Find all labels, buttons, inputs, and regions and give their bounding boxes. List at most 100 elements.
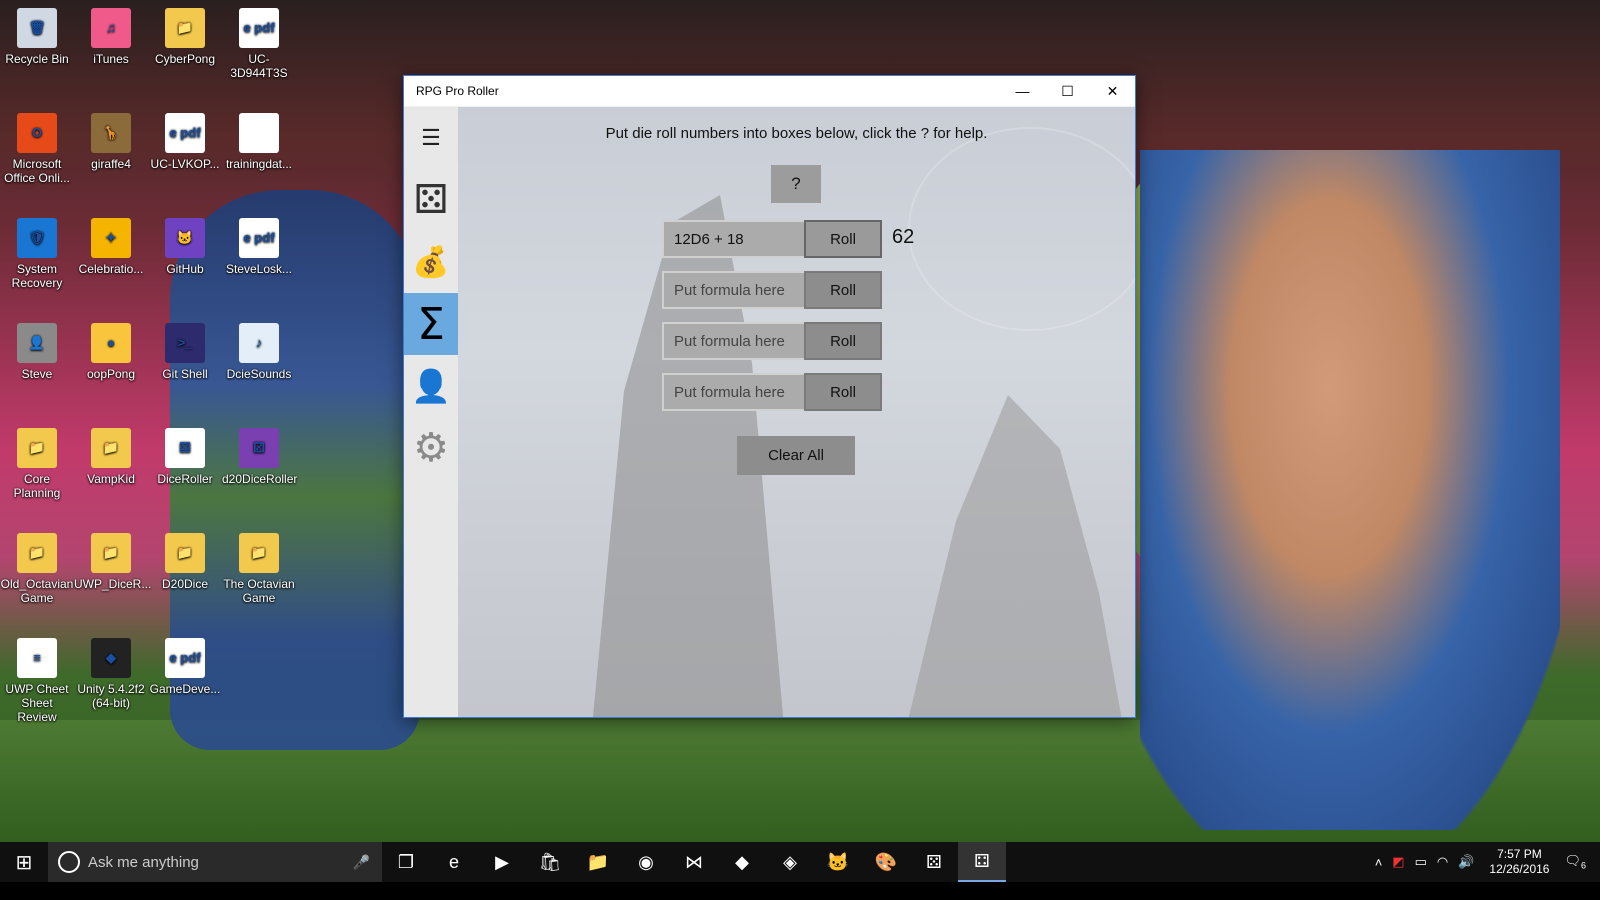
desktop-icon[interactable]: e pdf SteveLosk... [222,210,296,276]
formula-input[interactable] [662,271,806,309]
taskbar-app[interactable]: ⋈ [670,842,718,882]
roll-button[interactable]: Roll [804,322,882,360]
nav-item-menu[interactable]: ☰ [404,107,458,169]
taskbar-app[interactable]: 🛍 [526,842,574,882]
nav-item-dice[interactable]: ⚄ [404,169,458,231]
title-bar[interactable]: RPG Pro Roller — ☐ ✕ [404,76,1135,106]
desktop-icon-image: O [17,113,57,153]
edge-icon: e [448,851,459,872]
roll-button[interactable]: Roll [804,271,882,309]
start-button[interactable]: ⊞ [0,842,48,882]
minimize-button[interactable]: — [1000,76,1045,106]
volume-icon[interactable]: 🔊 [1453,854,1479,870]
desktop-icon[interactable]: >_ Git Shell [148,315,222,381]
taskbar-app[interactable]: 📁 [574,842,622,882]
taskbar-app[interactable]: ❐ [382,842,430,882]
desktop-icon[interactable]: trainingdat... [222,105,296,171]
taskbar-bottom-strip [0,882,1600,900]
taskbar-app[interactable]: e [430,842,478,882]
window-title: RPG Pro Roller [416,84,499,98]
desktop-icon[interactable]: 📁 D20Dice [148,525,222,591]
wifi-icon[interactable]: ◠ [1432,854,1453,870]
desktop-icon-label: iTunes [93,52,129,66]
desktop-icon-image: 📁 [165,8,205,48]
desktop-icon[interactable]: 📁 UWP_DiceR... [74,525,152,591]
desktop-icon[interactable]: ♫ iTunes [74,0,148,66]
desktop-icon-image: 📁 [91,533,131,573]
desktop-icon[interactable]: 📁 Core Planning [0,420,74,500]
desktop-icon[interactable]: ✦ Celebratio... [74,210,148,276]
desktop-icon[interactable]: O Microsoft Office Onli... [0,105,74,185]
taskbar-app[interactable]: 🎨 [862,842,910,882]
taskbar-app[interactable]: ⚄ [910,842,958,882]
clear-all-button[interactable]: Clear All [737,436,855,475]
chevron-up-icon[interactable]: ˄ [1370,855,1388,870]
instructions-text: Put die roll numbers into boxes below, c… [605,125,988,142]
desktop-icon-image: ♫ [91,8,131,48]
sigma-icon: Σ [417,298,445,350]
desktop-icon[interactable]: 📁 VampKid [74,420,148,486]
roll-result: 62 [892,226,915,248]
taskbar-app[interactable]: ⚃ [958,842,1006,882]
desktop-icon-label: VampKid [87,472,135,486]
desktop-icon-label: UWP_DiceR... [74,577,152,591]
taskbar-app[interactable]: 🐱 [814,842,862,882]
cortana-search-box[interactable]: Ask me anything 🎤 [48,842,382,882]
acrobat-tray-icon[interactable]: ◩ [1387,854,1409,870]
desktop-icon-label: Old_Octavian Game [0,577,74,605]
desktop-icon[interactable]: e pdf UC-3D944T3S [222,0,296,80]
desktop-icon-image: 👤 [17,323,57,363]
taskbar-app[interactable]: ◉ [622,842,670,882]
desktop-icon-image: 📁 [17,428,57,468]
close-button[interactable]: ✕ [1090,76,1135,106]
desktop-icon[interactable]: 🗑 Recycle Bin [0,0,74,66]
desktop-icon[interactable]: 👤 Steve [0,315,74,381]
taskbar-app[interactable]: ◆ [718,842,766,882]
desktop-icon-label: Git Shell [162,367,208,381]
desktop-icon[interactable]: ≡ UWP Cheet Sheet Review [0,630,74,724]
desktop-icon[interactable]: 📁 The Octavian Game [222,525,296,605]
desktop-icon[interactable]: ♪ DcieSounds [222,315,296,381]
formula-input[interactable] [662,373,806,411]
desktop-icon[interactable]: ⚂ d20DiceRoller [222,420,297,486]
clock-time: 7:57 PM [1497,847,1542,861]
nav-item-settings[interactable]: ⚙ [404,417,458,479]
desktop-icon[interactable]: 📁 CyberPong [148,0,222,66]
desktop-icon-image: 📁 [165,533,205,573]
search-placeholder: Ask me anything [88,853,199,871]
help-button[interactable]: ? [771,165,821,203]
nav-item-character[interactable]: 👤 [404,355,458,417]
desktop-icon-label: GameDeve... [149,682,221,696]
formula-input[interactable] [662,322,806,360]
desktop-icon[interactable]: ● oopPong [74,315,148,381]
formula-input[interactable] [662,220,806,258]
nav-item-money[interactable]: 💰 [404,231,458,293]
battery-icon[interactable]: ▭ [1410,854,1432,870]
maximize-button[interactable]: ☐ [1045,76,1090,106]
action-center-icon[interactable]: 🗨6 [1559,853,1600,871]
desktop-icon[interactable]: 📁 Old_Octavian Game [0,525,74,605]
desktop-icon[interactable]: ◆ Unity 5.4.2f2 (64-bit) [74,630,148,710]
desktop-icon-image: 📁 [91,428,131,468]
desktop-icon[interactable]: ⚄ DiceRoller [148,420,222,486]
desktop-icon[interactable]: 🛡 System Recovery [0,210,74,290]
desktop-icon[interactable]: 🦒 giraffe4 [74,105,148,171]
task-view-icon: ❐ [397,851,415,872]
desktop-icon-image [239,113,279,153]
roll-button[interactable]: Roll [804,220,882,258]
dice-app-icon: ⚄ [926,851,942,872]
app-window: RPG Pro Roller — ☐ ✕ ☰ ⚄ 💰 Σ 👤 ⚙ Put die… [403,75,1136,718]
taskbar-app[interactable]: ◈ [766,842,814,882]
github-icon: 🐱 [826,851,850,872]
desktop-icon[interactable]: e pdf UC-LVKOP... [148,105,222,171]
nav-item-sigma[interactable]: Σ [404,293,458,355]
gear-icon: ⚙ [413,426,449,470]
clock-date: 12/26/2016 [1489,862,1550,876]
desktop-icon[interactable]: 🐱 GitHub [148,210,222,276]
clock[interactable]: 7:57 PM 12/26/2016 [1479,847,1559,877]
microphone-icon[interactable]: 🎤 [353,854,370,871]
roll-button[interactable]: Roll [804,373,882,411]
desktop-icon[interactable]: e pdf GameDeve... [148,630,222,696]
taskbar-app[interactable]: ▶ [478,842,526,882]
hamburger-menu-icon: ☰ [421,125,441,150]
